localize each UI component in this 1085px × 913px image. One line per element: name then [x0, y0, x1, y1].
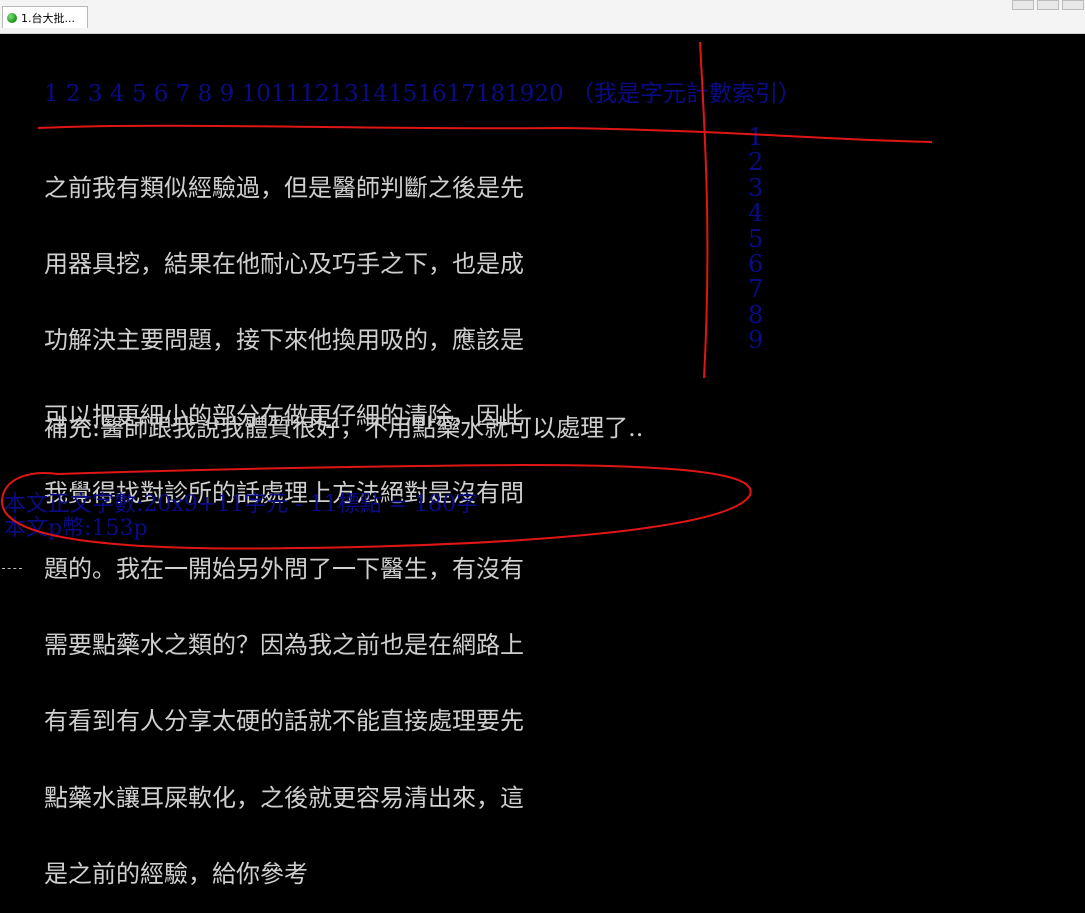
red-circle-stroke [0, 464, 752, 550]
body-line: 點藥水讓耳屎軟化，之後就更容易清出來，這 [44, 783, 524, 812]
body-line: 需要點藥水之類的？因為我之前也是在網路上 [44, 631, 524, 660]
red-annotation-layer [0, 41, 933, 550]
red-underline-stroke [37, 124, 933, 143]
body-line: 有看到有人分享太硬的話就不能直接處理要先 [44, 707, 524, 736]
red-vertical-stroke [699, 41, 709, 379]
body-line: 是之前的經驗，給你參考 [44, 859, 308, 888]
